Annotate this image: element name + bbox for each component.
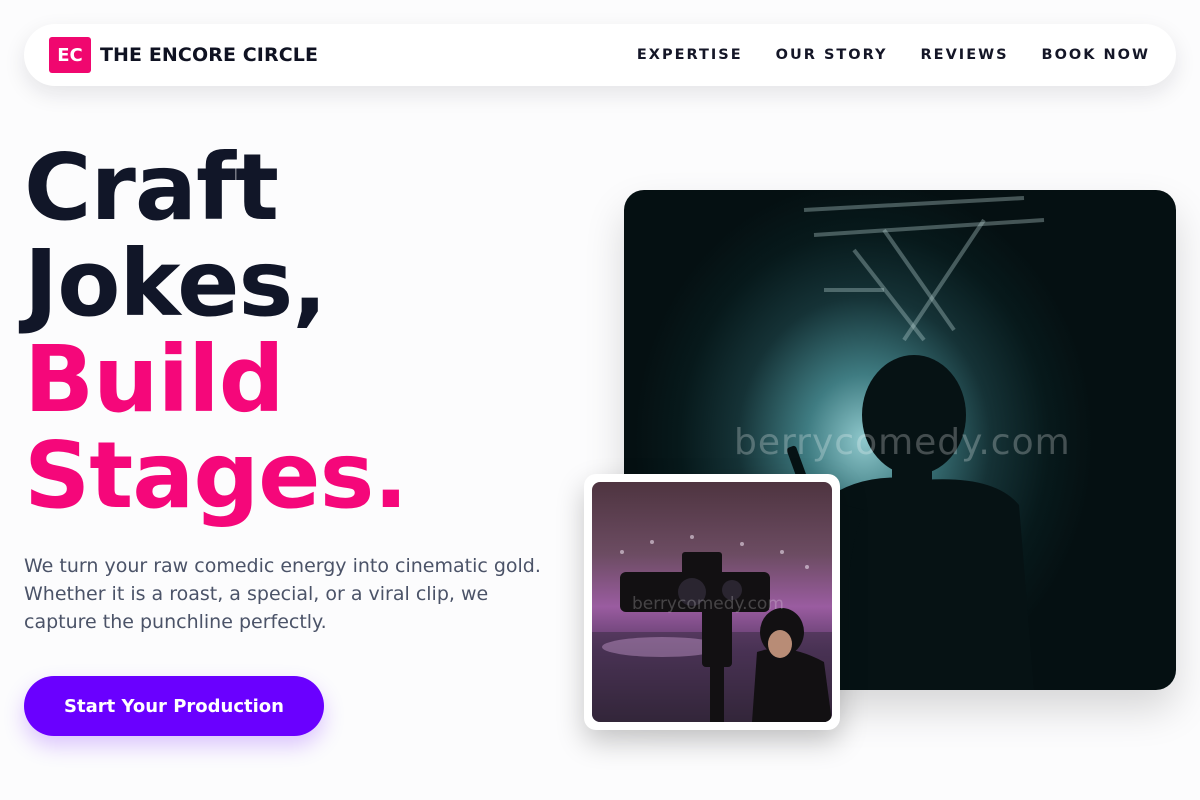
- top-navbar: EC THE ENCORE CIRCLE EXPERTISE OUR STORY…: [24, 24, 1176, 86]
- hero-description: We turn your raw comedic energy into cin…: [24, 555, 541, 633]
- inset-image-watermark: berrycomedy.com: [632, 594, 784, 614]
- camera-operator-card: berrycomedy.com: [584, 474, 840, 730]
- camera-operator-image: berrycomedy.com: [592, 482, 832, 722]
- nav-link-book-now[interactable]: BOOK NOW: [1042, 47, 1150, 63]
- logo-mark: EC: [49, 37, 91, 73]
- nav-links: EXPERTISE OUR STORY REVIEWS BOOK NOW: [637, 47, 1150, 63]
- main-image-watermark: berrycomedy.com: [734, 422, 1071, 463]
- hero-title: Craft Jokes, Build Stages.: [24, 134, 408, 529]
- brand[interactable]: EC THE ENCORE CIRCLE: [49, 37, 318, 73]
- hero-title-line-4: Stages.: [24, 422, 408, 529]
- nav-link-reviews[interactable]: REVIEWS: [921, 47, 1009, 63]
- hero-title-line-2: Jokes,: [24, 230, 327, 337]
- start-production-button[interactable]: Start Your Production: [24, 676, 324, 736]
- hero-title-line-1: Craft: [24, 134, 279, 241]
- hero-title-line-3: Build: [24, 326, 285, 433]
- nav-link-expertise[interactable]: EXPERTISE: [637, 47, 743, 63]
- nav-link-our-story[interactable]: OUR STORY: [776, 47, 888, 63]
- brand-name: THE ENCORE CIRCLE: [100, 44, 319, 66]
